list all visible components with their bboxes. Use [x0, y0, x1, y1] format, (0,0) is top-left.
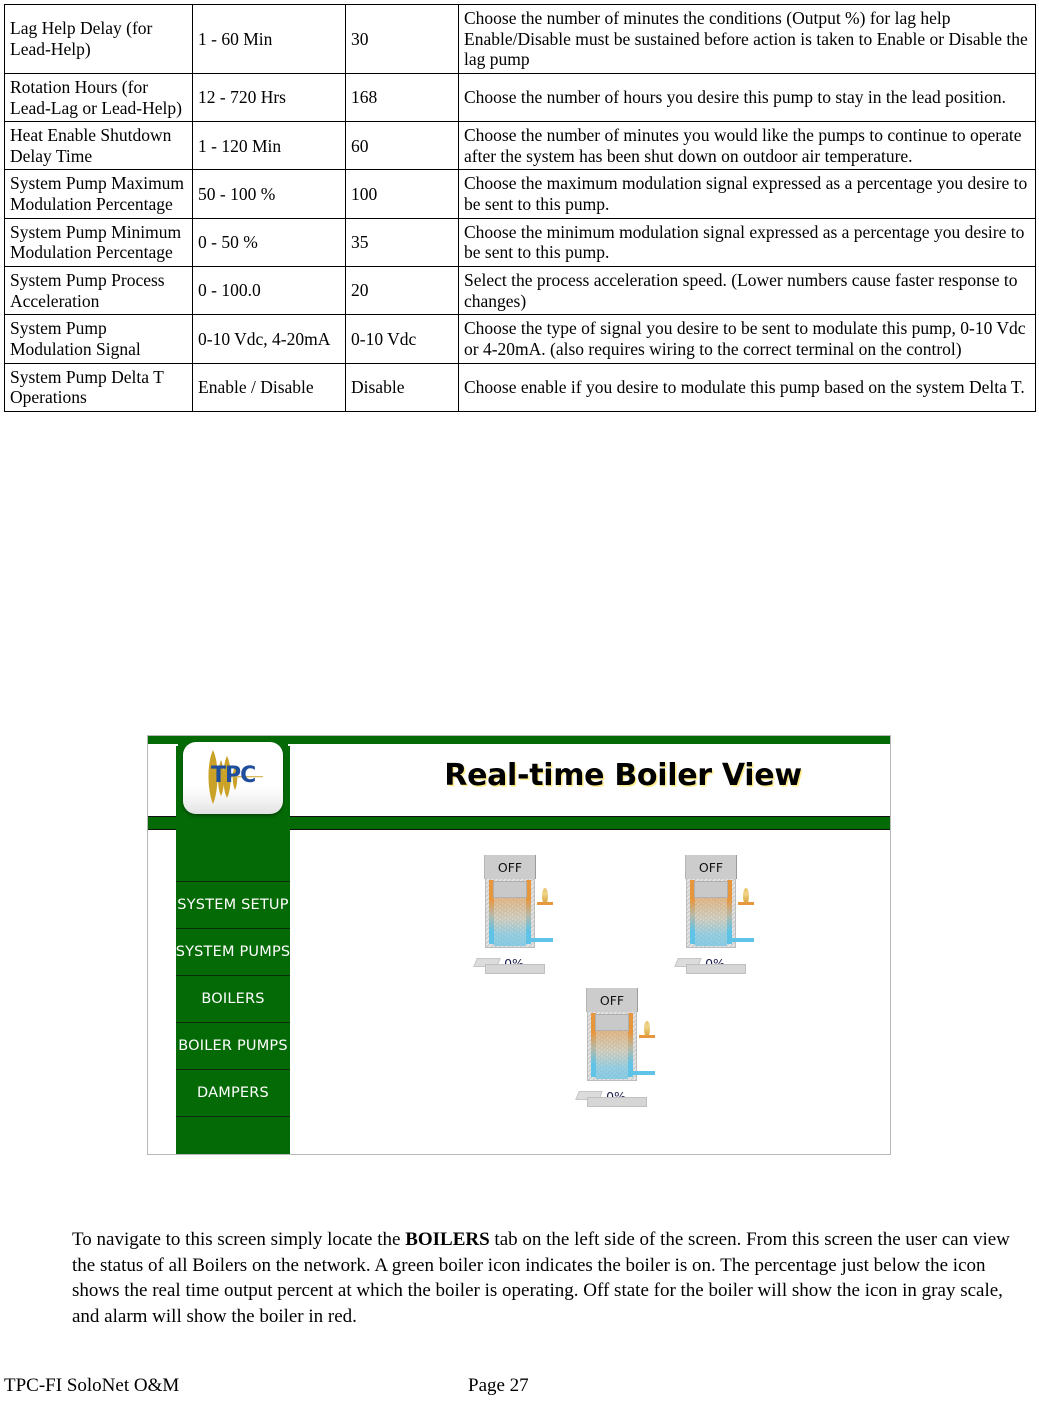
cell-range: 50 - 100 % [192, 169, 346, 219]
boiler-tubes [695, 896, 727, 946]
footer-page-number: Page 27 [468, 1375, 529, 1396]
flame-icon [644, 1021, 650, 1036]
sidebar-item-system-setup[interactable]: SYSTEM SETUP [176, 882, 290, 929]
sidebar-item-label: BOILER PUMPS [178, 1038, 288, 1054]
cell-parameter: System Pump Process Acceleration [4, 266, 193, 316]
sidebar-item-label: SYSTEM SETUP [177, 897, 289, 913]
boiler-icon [575, 1011, 655, 1107]
cell-range: 1 - 120 Min [192, 121, 346, 171]
boiler-tubes [596, 1029, 628, 1079]
paragraph-part-1: To navigate to this screen simply locate… [72, 1229, 406, 1250]
cell-range: Enable / Disable [192, 362, 346, 412]
cell-value: 20 [345, 266, 459, 316]
settings-table: Lag Help Delay (for Lead-Help) 1 - 60 Mi… [4, 4, 1036, 412]
footer-document-title: TPC-FI SoloNet O&M [4, 1375, 180, 1396]
cell-range: 0-10 Vdc, 4-20mA [192, 314, 346, 364]
boiler-tubes [494, 896, 526, 946]
cell-parameter: System Pump Minimum Modulation Percentag… [4, 217, 193, 268]
cell-value: 60 [345, 121, 459, 171]
boiler-base [587, 1097, 647, 1107]
table-row: Lag Help Delay (for Lead-Help) 1 - 60 Mi… [4, 4, 1036, 74]
cell-value: 0-10 Vdc [345, 314, 459, 364]
boiler-icon [674, 878, 754, 974]
paragraph-bold-term: BOILERS [405, 1229, 490, 1250]
cell-description: Choose the minimum modulation signal exp… [458, 217, 1036, 268]
table-row: System Pump Modulation Signal 0-10 Vdc, … [4, 314, 1036, 364]
boiler-base [485, 964, 545, 974]
sidebar-item-label: BOILERS [201, 991, 265, 1007]
boiler-outlet-pipe [731, 938, 754, 942]
boiler-drum [595, 1014, 629, 1031]
sidebar-item-label: DAMPERS [197, 1085, 269, 1101]
boiler-icon [473, 878, 553, 974]
sidebar-item-system-pumps[interactable]: SYSTEM PUMPS [176, 929, 290, 976]
boiler-outlet-pipe [530, 938, 553, 942]
cell-parameter: System Pump Maximum Modulation Percentag… [4, 169, 193, 219]
cell-range: 0 - 50 % [192, 217, 346, 268]
sidebar-item-boiler-pumps[interactable]: BOILER PUMPS [176, 1023, 290, 1070]
boiler-status-badge: OFF [586, 988, 638, 1012]
cell-parameter: Heat Enable Shutdown Delay Time [4, 121, 193, 171]
cell-value: 168 [345, 72, 459, 123]
boiler-burner-icon [738, 888, 754, 906]
cell-range: 1 - 60 Min [192, 4, 346, 74]
cell-description: Choose enable if you desire to modulate … [458, 362, 1036, 412]
table-row: System Pump Maximum Modulation Percentag… [4, 169, 1036, 219]
cell-description: Choose the number of minutes the conditi… [458, 4, 1036, 74]
boiler-canvas: OFF 0% OFF [291, 831, 890, 1154]
boiler-view-screenshot: Real-time Boiler View SYSTEM SETUP SYSTE… [147, 735, 891, 1155]
table-row: System Pump Delta T Operations Enable / … [4, 362, 1036, 412]
sidebar-item-label: SYSTEM PUMPS [175, 944, 291, 960]
boiler-burner-icon [639, 1021, 655, 1039]
cell-parameter: Lag Help Delay (for Lead-Help) [4, 4, 193, 74]
cell-value: 100 [345, 169, 459, 219]
boiler-base [686, 964, 746, 974]
cell-parameter: System Pump Modulation Signal [4, 314, 193, 364]
settings-table-body: Lag Help Delay (for Lead-Help) 1 - 60 Mi… [4, 4, 1036, 412]
cell-value: 35 [345, 217, 459, 268]
instructional-paragraph: To navigate to this screen simply locate… [72, 1227, 1024, 1329]
cell-value: Disable [345, 362, 459, 412]
logo-container: TPC [178, 738, 288, 818]
table-row: Rotation Hours (for Lead-Lag or Lead-Hel… [4, 72, 1036, 123]
cell-description: Select the process acceleration speed. (… [458, 266, 1036, 316]
cell-description: Choose the number of minutes you would l… [458, 121, 1036, 171]
page-title: Real-time Boiler View [444, 758, 802, 793]
svg-text:TPC: TPC [211, 763, 255, 788]
cell-range: 12 - 720 Hrs [192, 72, 346, 123]
boiler-drum [694, 881, 728, 898]
boiler-drum [493, 881, 527, 898]
table-row: Heat Enable Shutdown Delay Time 1 - 120 … [4, 121, 1036, 171]
cell-parameter: Rotation Hours (for Lead-Lag or Lead-Hel… [4, 72, 193, 123]
table-row: System Pump Minimum Modulation Percentag… [4, 217, 1036, 268]
table-row: System Pump Process Acceleration 0 - 100… [4, 266, 1036, 316]
tpc-logo[interactable]: TPC [183, 742, 283, 814]
flame-icon [743, 888, 749, 903]
boiler-outlet-pipe [632, 1071, 655, 1075]
boiler-burner-icon [537, 888, 553, 906]
boiler-status-badge: OFF [484, 855, 536, 879]
sidebar-item-boilers[interactable]: BOILERS [176, 976, 290, 1023]
sidebar-item-dampers[interactable]: DAMPERS [176, 1070, 290, 1117]
flame-icon [542, 888, 548, 903]
boiler-status-badge: OFF [685, 855, 737, 879]
tpc-logo-icon: TPC [208, 750, 263, 804]
cell-description: Choose the maximum modulation signal exp… [458, 169, 1036, 219]
sidebar-top-spacer [176, 840, 290, 882]
cell-parameter: System Pump Delta T Operations [4, 362, 193, 412]
cell-range: 0 - 100.0 [192, 266, 346, 316]
sidebar-item-next[interactable] [176, 1117, 290, 1154]
cell-value: 30 [345, 4, 459, 74]
cell-description: Choose the type of signal you desire to … [458, 314, 1036, 364]
sidebar-menu: SYSTEM SETUP SYSTEM PUMPS BOILERS BOILER… [176, 882, 290, 1154]
cell-description: Choose the number of hours you desire th… [458, 72, 1036, 123]
